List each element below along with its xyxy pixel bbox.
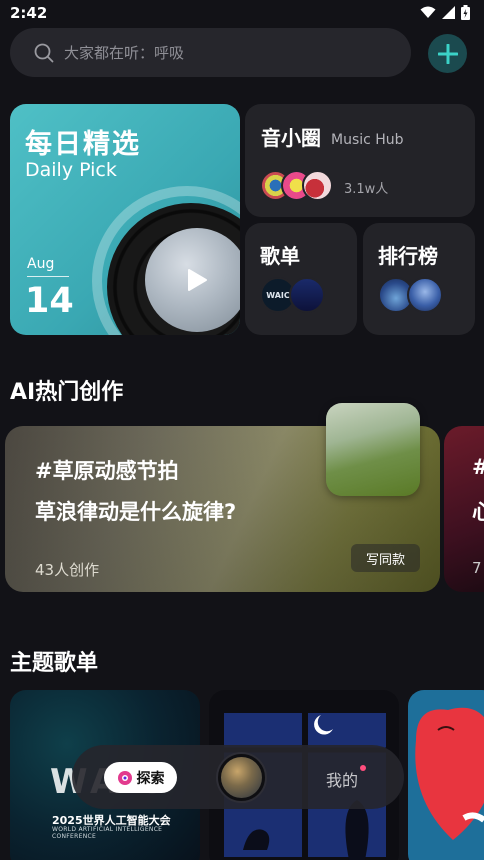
battery-icon — [461, 5, 470, 20]
charts-title: 排行榜 — [378, 244, 438, 268]
ai-section-title: AI热门创作 — [10, 380, 124, 405]
status-bar: 2:42 — [0, 0, 484, 26]
play-icon — [188, 269, 207, 291]
add-button[interactable] — [428, 34, 467, 73]
daily-pick-title: 每日精选 — [25, 129, 141, 160]
nav-explore-label: 探索 — [136, 770, 165, 787]
date-divider — [27, 276, 69, 277]
theme-playlist-card[interactable] — [408, 690, 484, 860]
avatar — [302, 170, 333, 201]
ai-card-count: 43人创作 — [35, 561, 100, 579]
ai-card-question: 草浪律动是什么旋律? — [35, 500, 237, 524]
waic-thumb-text: WAIC — [266, 290, 290, 300]
playlists-card[interactable]: 歌单 WAIC — [245, 223, 357, 335]
charts-card[interactable]: 排行榜 — [363, 223, 475, 335]
explore-icon — [117, 770, 132, 785]
status-time: 2:42 — [10, 4, 48, 22]
wifi-icon — [420, 6, 436, 18]
play-button[interactable] — [145, 228, 240, 332]
music-hub-subtitle: Music Hub — [331, 132, 404, 148]
ai-card-question: 心 — [472, 500, 484, 524]
ai-card-tag: #草原动感节拍 — [35, 459, 179, 483]
listener-count: 3.1w人 — [344, 182, 389, 197]
playlist-thumb — [289, 277, 325, 313]
now-playing-cover — [221, 757, 262, 798]
now-playing-button[interactable] — [216, 752, 267, 803]
search-placeholder: 大家都在听：呼吸 — [64, 44, 185, 62]
waic-subtitle: WORLD ARTIFICIAL INTELLIGENCE CONFERENCE — [52, 826, 163, 840]
playlists-title: 歌单 — [260, 244, 300, 268]
write-same-button[interactable]: 写同款 — [351, 544, 420, 572]
chart-thumb — [407, 277, 443, 313]
music-hub-title: 音小圈 — [261, 126, 321, 150]
ai-creation-card[interactable]: # 心 7 — [444, 426, 484, 592]
nav-explore[interactable]: 探索 — [104, 762, 177, 793]
plus-icon — [437, 43, 458, 64]
daily-pick-card[interactable]: 每日精选 Daily Pick Aug 14 — [10, 104, 240, 335]
heart-character-illustration — [415, 707, 484, 840]
music-hub-card[interactable]: 音小圈 Music Hub 3.1w人 — [245, 104, 475, 217]
notification-dot — [360, 765, 366, 771]
search-input[interactable]: 大家都在听：呼吸 — [10, 28, 411, 77]
ai-card-count: 7 — [472, 559, 482, 577]
ai-card-tag: # — [472, 455, 484, 479]
daily-pick-subtitle: Daily Pick — [25, 159, 117, 181]
search-icon — [34, 43, 54, 62]
bottom-nav: 探索 我的 — [72, 745, 404, 809]
status-icons — [420, 5, 470, 20]
nav-mine[interactable]: 我的 — [326, 767, 358, 791]
signal-icon — [442, 6, 455, 19]
ai-card-thumbnail — [326, 403, 420, 496]
theme-section-title: 主题歌单 — [10, 651, 99, 676]
daily-pick-day: 14 — [25, 281, 74, 321]
daily-pick-month: Aug — [27, 256, 55, 272]
